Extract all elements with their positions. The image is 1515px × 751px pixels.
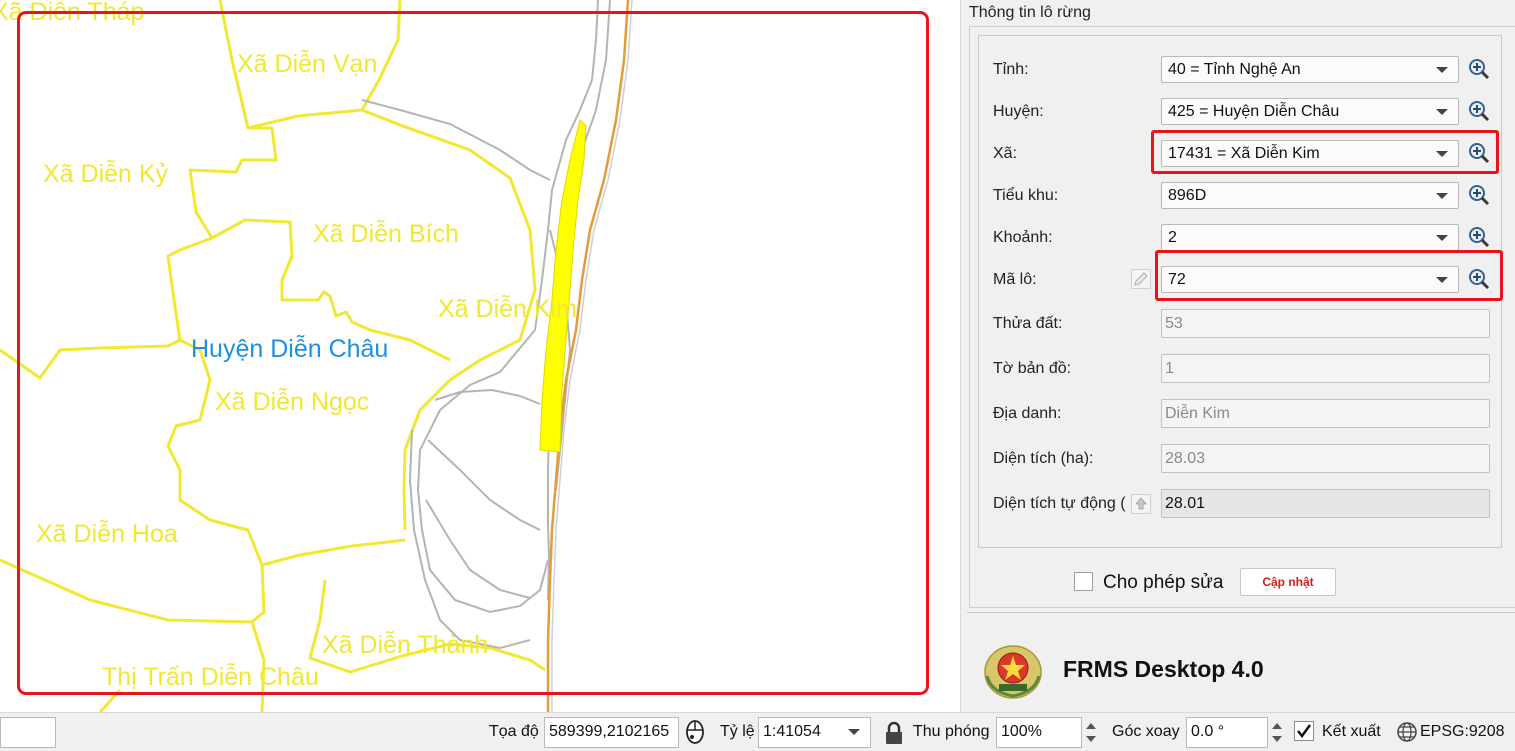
- map-label-commune: Xã Diễn Tháp: [0, 0, 145, 26]
- coord-label: Tọa độ: [489, 723, 539, 740]
- chevron-down-icon: [1436, 67, 1448, 73]
- chevron-down-icon: [1436, 151, 1448, 157]
- allow-edit-label: Cho phép sửa: [1103, 572, 1224, 593]
- checkmark-icon: [1297, 724, 1312, 739]
- chevron-down-icon[interactable]: [848, 729, 860, 735]
- chevron-down-icon: [1436, 193, 1448, 199]
- label-tobando: Tờ bản đồ:: [993, 360, 1072, 377]
- label-malo: Mã lô:: [993, 271, 1037, 288]
- combo-malo-value: 72: [1168, 271, 1186, 288]
- forest-info-panel: Thông tin lô rừng Tỉnh: 40 = Tỉnh Nghệ A…: [960, 0, 1515, 712]
- epsg-label[interactable]: EPSG:9208: [1420, 723, 1505, 741]
- chevron-down-icon: [1436, 235, 1448, 241]
- label-huyen: Huyện:: [993, 103, 1044, 120]
- road-line: [408, 429, 531, 650]
- allow-edit-checkbox[interactable]: [1074, 572, 1093, 591]
- rotation-label: Góc xoay: [1112, 723, 1180, 740]
- boundary-line: [98, 688, 122, 712]
- chevron-down-icon: [1436, 277, 1448, 283]
- render-label: Kết xuất: [1322, 723, 1381, 740]
- render-checkbox[interactable]: [1294, 721, 1314, 741]
- combo-xa-value: 17431 = Xã Diễn Kim: [1168, 145, 1320, 162]
- divider: [967, 612, 1515, 613]
- chevron-down-icon: [1436, 109, 1448, 115]
- combo-khoanh-value: 2: [1168, 229, 1177, 246]
- scale-label: Tỷ lệ: [720, 723, 755, 740]
- map-canvas[interactable]: Xã Diễn Tháp Xã Diễn Vạn Xã Diễn Kỷ Xã D…: [0, 0, 960, 712]
- combo-khoanh[interactable]: 2: [1161, 224, 1459, 251]
- combo-tieukhu[interactable]: 896D: [1161, 182, 1459, 209]
- label-xa: Xã:: [993, 145, 1018, 162]
- input-dientich[interactable]: 28.03: [1161, 444, 1490, 473]
- combo-tieukhu-value: 896D: [1168, 187, 1207, 204]
- road-line: [361, 99, 551, 181]
- boundary-line: [0, 0, 278, 380]
- app-title: FRMS Desktop 4.0: [1063, 656, 1264, 682]
- label-khoanh: Khoảnh:: [993, 229, 1053, 246]
- map-label-district: Huyện Diễn Châu: [191, 335, 389, 363]
- mouse-icon[interactable]: [683, 719, 707, 745]
- spin-arrows-icon[interactable]: [1082, 717, 1100, 748]
- boundary-line: [251, 564, 266, 624]
- label-diadanh: Địa danh:: [993, 405, 1062, 422]
- combo-tinh[interactable]: 40 = Tỉnh Nghệ An: [1161, 56, 1459, 83]
- edit-pencil-icon[interactable]: [1131, 269, 1151, 289]
- map-label-commune: Xã Diễn Thành: [322, 631, 489, 659]
- input-thuadat[interactable]: 53: [1161, 309, 1490, 338]
- update-button[interactable]: Cập nhật: [1240, 568, 1336, 596]
- input-diadanh[interactable]: Diễn Kim: [1161, 399, 1490, 428]
- zoom-to-icon[interactable]: [1467, 99, 1491, 123]
- upload-icon[interactable]: [1131, 494, 1151, 514]
- label-tieukhu: Tiểu khu:: [993, 187, 1059, 204]
- combo-huyen-value: 425 = Huyện Diễn Châu: [1168, 103, 1340, 120]
- group-title: Thông tin lô rừng: [969, 4, 1091, 21]
- input-dientich-auto[interactable]: 28.01: [1161, 489, 1490, 518]
- boundary-line: [166, 338, 406, 567]
- app-logo-emblem: [984, 645, 1042, 699]
- map-label-commune: Thị Trấn Diễn Châu: [102, 663, 319, 691]
- rotation-input[interactable]: 0.0 °: [1186, 717, 1268, 748]
- map-label-commune: Xã Diễn Vạn: [237, 50, 378, 78]
- combo-malo[interactable]: 72: [1161, 266, 1459, 293]
- label-dientich-auto: Diện tích tự động (: [993, 495, 1126, 512]
- zoom-to-icon[interactable]: [1467, 225, 1491, 249]
- combo-huyen[interactable]: 425 = Huyện Diễn Châu: [1161, 98, 1459, 125]
- map-features: [0, 0, 633, 712]
- combo-tinh-value: 40 = Tỉnh Nghệ An: [1168, 61, 1301, 78]
- map-label-commune: Xã Diễn Kim: [438, 295, 577, 323]
- globe-icon[interactable]: [1396, 721, 1418, 743]
- combo-xa[interactable]: 17431 = Xã Diễn Kim: [1161, 140, 1459, 167]
- zoom-input[interactable]: 100%: [996, 717, 1082, 748]
- zoom-label: Thu phóng: [913, 723, 990, 740]
- label-tinh: Tỉnh:: [993, 61, 1029, 78]
- zoom-to-icon[interactable]: [1467, 141, 1491, 165]
- label-thuadat: Thửa đất:: [993, 315, 1063, 332]
- boundary-line: [0, 558, 253, 624]
- lock-icon[interactable]: [884, 721, 904, 745]
- status-bar: Tọa độ 589399,2102165 Tỷ lệ 1:41054 Thu …: [0, 712, 1515, 751]
- road-line: [427, 439, 541, 531]
- map-label-commune: Xã Diễn Ngọc: [215, 388, 370, 416]
- map-label-commune: Xã Diễn Hoa: [36, 520, 178, 548]
- spin-arrows-icon[interactable]: [1268, 717, 1286, 748]
- app-window: Xã Diễn Tháp Xã Diễn Vạn Xã Diễn Kỷ Xã D…: [0, 0, 1515, 751]
- coord-input[interactable]: 589399,2102165: [544, 717, 679, 748]
- map-label-commune: Xã Diễn Kỷ: [43, 160, 169, 188]
- zoom-to-icon[interactable]: [1467, 183, 1491, 207]
- map-label-commune: Xã Diễn Bích: [313, 220, 459, 248]
- zoom-to-icon[interactable]: [1467, 267, 1491, 291]
- locator-input[interactable]: [0, 717, 56, 748]
- input-tobando[interactable]: 1: [1161, 354, 1490, 383]
- label-dientich: Diện tích (ha):: [993, 450, 1094, 467]
- zoom-to-icon[interactable]: [1467, 57, 1491, 81]
